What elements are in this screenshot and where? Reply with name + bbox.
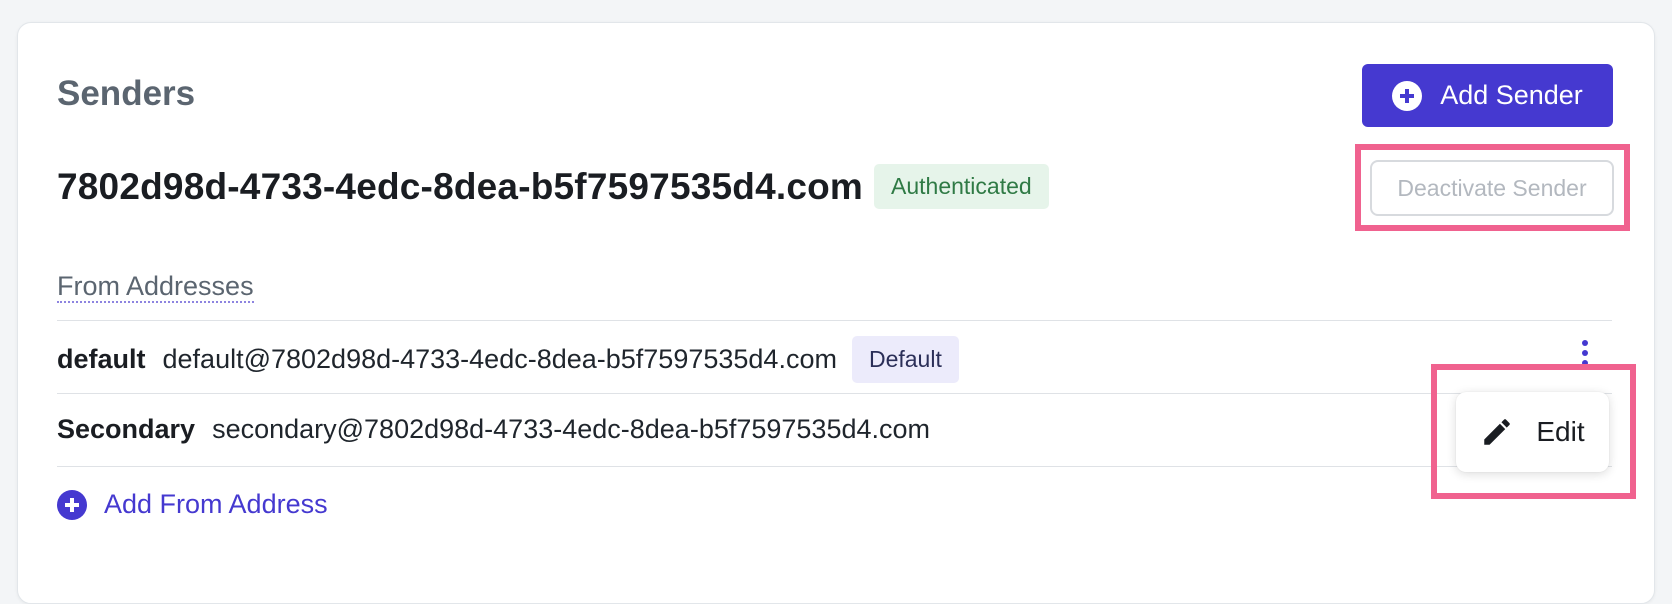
from-address-email: default@7802d98d-4733-4edc-8dea-b5f75975… — [162, 344, 837, 374]
default-badge: Default — [851, 336, 959, 383]
divider — [57, 466, 1612, 467]
deactivate-sender-button[interactable]: Deactivate Sender — [1370, 160, 1614, 216]
from-address-name: Secondary — [57, 414, 196, 444]
add-sender-button[interactable]: Add Sender — [1362, 64, 1613, 127]
from-addresses-label: From Addresses — [57, 271, 254, 303]
divider — [57, 393, 1612, 394]
plus-circle-icon — [1392, 80, 1423, 111]
section-title: Senders — [57, 74, 196, 113]
kebab-menu-icon[interactable] — [1578, 340, 1592, 366]
add-from-address-label: Add From Address — [104, 489, 328, 519]
add-from-address-button[interactable]: Add From Address — [57, 489, 328, 520]
from-address-email: secondary@7802d98d-4733-4edc-8dea-b5f759… — [212, 414, 931, 444]
divider — [57, 320, 1612, 321]
add-sender-label: Add Sender — [1440, 80, 1583, 110]
from-address-row-default: default default@7802d98d-4733-4edc-8dea-… — [57, 336, 959, 383]
status-badge: Authenticated — [874, 164, 1049, 209]
sender-domain: 7802d98d-4733-4edc-8dea-b5f7597535d4.com — [57, 165, 864, 207]
from-address-name: default — [57, 344, 146, 374]
pencil-icon — [1484, 419, 1511, 445]
edit-label: Edit — [1536, 416, 1585, 447]
edit-menu-item[interactable]: Edit — [1456, 392, 1609, 472]
sender-domain-row: 7802d98d-4733-4edc-8dea-b5f7597535d4.com… — [57, 164, 1049, 209]
from-address-row-secondary: Secondary secondary@7802d98d-4733-4edc-8… — [57, 414, 930, 445]
plus-circle-icon — [57, 489, 87, 520]
